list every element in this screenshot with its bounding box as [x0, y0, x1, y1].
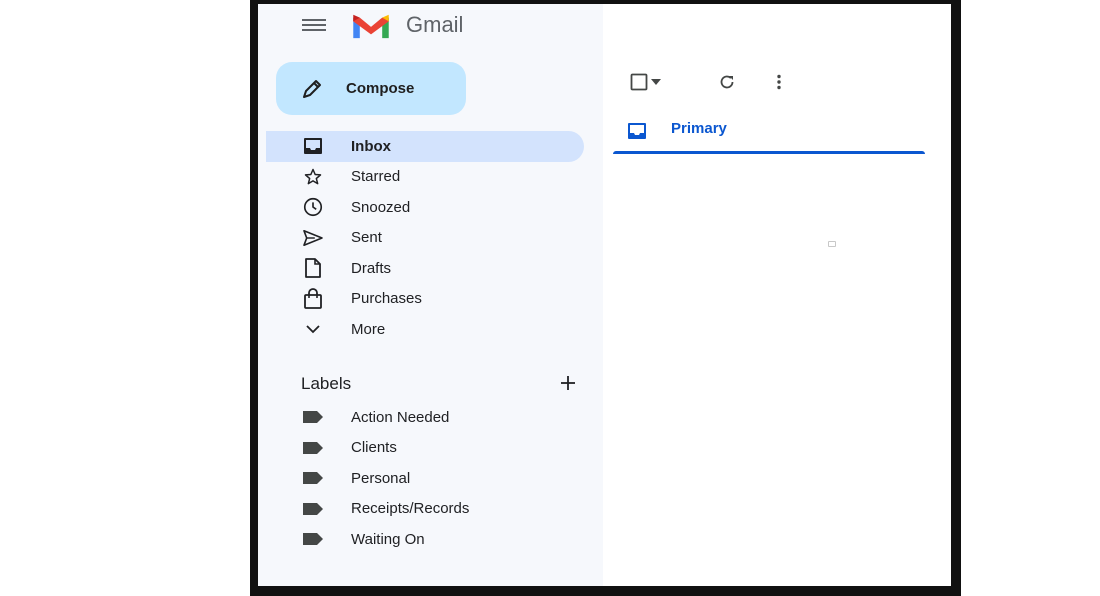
more-vert-icon: [777, 74, 781, 90]
sidebar: Gmail Compose Inbox Starred Snoozed Sent…: [258, 4, 603, 586]
inbox-icon: [302, 135, 324, 157]
label-tag-icon: [302, 406, 324, 428]
chevron-down-icon: [302, 318, 324, 340]
label-tag-icon: [302, 528, 324, 550]
compose-label: Compose: [346, 80, 415, 97]
sidebar-item-label: Starred: [351, 168, 401, 186]
tab-label: Primary: [671, 120, 727, 137]
gmail-window: Gmail Compose Inbox Starred Snoozed Sent…: [250, 0, 961, 596]
sidebar-item-starred[interactable]: Starred: [266, 162, 584, 193]
tab-active-indicator: [613, 151, 925, 154]
more-options-button[interactable]: [765, 68, 793, 96]
gmail-logo-icon: [353, 14, 389, 39]
label-tag-icon: [302, 498, 324, 520]
label-item-receipts-records[interactable]: Receipts/Records: [266, 494, 584, 525]
main-content: Primary: [603, 4, 951, 586]
sidebar-item-label: Sent: [351, 229, 382, 247]
label-item-action-needed[interactable]: Action Needed: [266, 402, 584, 433]
add-label-button[interactable]: [555, 370, 581, 396]
label-tag-icon: [302, 437, 324, 459]
sidebar-item-sent[interactable]: Sent: [266, 223, 584, 254]
sidebar-item-more[interactable]: More: [266, 314, 584, 345]
sidebar-item-purchases[interactable]: Purchases: [266, 284, 584, 315]
sidebar-item-label: More: [351, 320, 386, 338]
plus-icon: [561, 376, 575, 390]
select-dropdown-button[interactable]: [647, 68, 665, 96]
sidebar-item-snoozed[interactable]: Snoozed: [266, 192, 584, 223]
sidebar-nav: Inbox Starred Snoozed Sent Drafts Purcha…: [266, 131, 584, 345]
shopping-bag-icon: [302, 287, 324, 310]
label-item-personal[interactable]: Personal: [266, 463, 584, 494]
pencil-icon: [303, 79, 321, 98]
tab-primary[interactable]: Primary: [613, 108, 925, 154]
header-left: Gmail: [258, 4, 603, 46]
label-item-label: Waiting On: [351, 530, 425, 548]
sidebar-item-drafts[interactable]: Drafts: [266, 253, 584, 284]
sidebar-item-label: Purchases: [351, 290, 422, 308]
loading-indicator: [828, 241, 836, 247]
mail-toolbar: [617, 68, 817, 96]
label-item-label: Receipts/Records: [351, 500, 470, 518]
send-icon: [302, 227, 324, 249]
label-tag-icon: [302, 467, 324, 489]
compose-button[interactable]: Compose: [276, 62, 466, 115]
refresh-button[interactable]: [713, 68, 741, 96]
checkbox-icon: [630, 73, 648, 91]
label-item-label: Action Needed: [351, 408, 450, 426]
label-item-label: Clients: [351, 439, 397, 457]
labels-header: Labels: [301, 370, 581, 398]
draft-icon: [302, 257, 324, 279]
label-item-waiting-on[interactable]: Waiting On: [266, 524, 584, 555]
clock-icon: [302, 196, 324, 218]
label-list: Action Needed Clients Personal Receipts/…: [266, 402, 584, 555]
star-icon: [302, 166, 324, 188]
refresh-icon: [720, 75, 734, 89]
sidebar-item-inbox[interactable]: Inbox: [266, 131, 584, 162]
labels-title: Labels: [301, 374, 352, 393]
label-item-label: Personal: [351, 469, 411, 487]
sidebar-item-label: Inbox: [351, 137, 391, 155]
app-name: Gmail: [406, 12, 464, 37]
sidebar-item-label: Snoozed: [351, 198, 411, 216]
inbox-icon: [628, 123, 646, 139]
sidebar-item-label: Drafts: [351, 259, 392, 277]
main-menu-icon[interactable]: [302, 16, 326, 34]
label-item-clients[interactable]: Clients: [266, 433, 584, 464]
caret-down-icon: [651, 79, 661, 85]
